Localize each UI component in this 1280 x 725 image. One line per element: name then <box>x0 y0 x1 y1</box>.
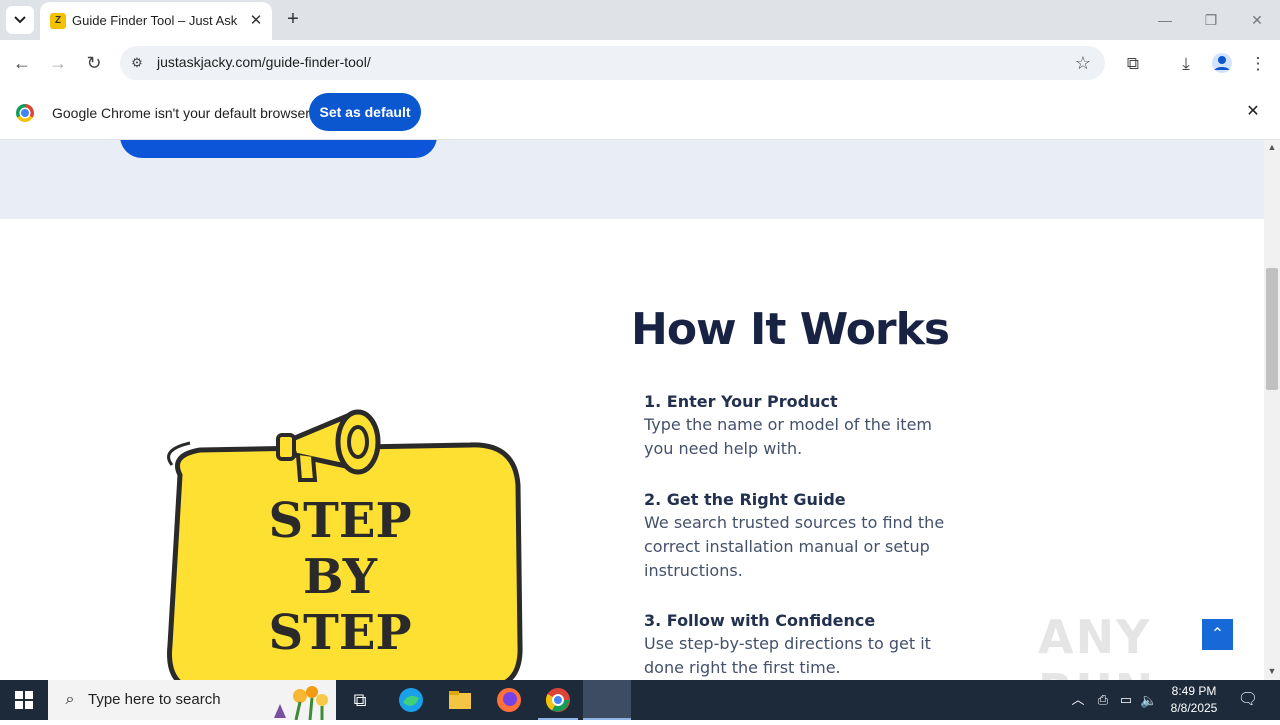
tab-strip: Z Guide Finder Tool – Just Ask Jac ✕ + ―… <box>0 0 1280 40</box>
step-2-heading: 2. Get the Right Guide <box>644 490 846 509</box>
file-explorer-icon[interactable] <box>440 684 480 716</box>
clock-time: 8:49 PM <box>1171 684 1217 698</box>
firefox-icon[interactable] <box>489 684 529 716</box>
tray-device-icon[interactable]: ⎙ <box>1092 684 1114 716</box>
scroll-up-arrow-icon[interactable]: ▲ <box>1267 142 1277 152</box>
volume-icon[interactable]: 🔈 <box>1138 684 1160 716</box>
more-menu-icon[interactable]: ⋮ <box>1246 52 1270 76</box>
hero-section <box>0 140 1264 219</box>
chevron-down-icon <box>14 16 26 24</box>
chrome-logo-icon <box>16 104 34 122</box>
back-to-top-button[interactable]: ⌃ <box>1202 619 1233 650</box>
set-as-default-button[interactable]: Set as default <box>309 93 421 131</box>
task-view-icon[interactable]: ⧉ <box>340 684 380 716</box>
tab-search-button[interactable] <box>6 6 34 34</box>
window-close-icon[interactable]: ✕ <box>1242 8 1272 32</box>
network-icon[interactable]: ▭ <box>1115 684 1137 716</box>
search-icon: ⌕ <box>65 691 75 708</box>
infobar-close-icon[interactable]: ✕ <box>1243 102 1263 122</box>
default-browser-infobar: Google Chrome isn't your default browser… <box>0 86 1280 140</box>
step-1-heading: 1. Enter Your Product <box>644 392 838 411</box>
reload-icon[interactable]: ↻ <box>81 50 107 76</box>
browser-tab[interactable]: Z Guide Finder Tool – Just Ask Jac ✕ <box>40 2 272 40</box>
clock-date: 8/8/2025 <box>1170 701 1218 715</box>
chrome-taskbar-icon[interactable] <box>538 684 578 720</box>
page-scrollbar[interactable]: ▲ ▼ <box>1264 140 1280 680</box>
scroll-thumb[interactable] <box>1266 268 1278 390</box>
edge-browser-icon[interactable] <box>391 684 431 716</box>
restore-icon[interactable]: ❐ <box>1196 8 1226 32</box>
start-button[interactable] <box>0 680 48 720</box>
illustration-word-2: BY <box>303 549 378 605</box>
step-2-text: We search trusted sources to find the co… <box>644 513 945 580</box>
address-bar[interactable]: ⚙ justaskjacky.com/guide-finder-tool/ ☆ <box>120 46 1105 80</box>
back-arrow-icon[interactable]: ← <box>9 50 35 76</box>
bookmark-star-icon[interactable]: ☆ <box>1072 52 1094 74</box>
url-text[interactable]: justaskjacky.com/guide-finder-tool/ <box>157 54 371 70</box>
hero-cta-button[interactable] <box>120 140 437 158</box>
infobar-message: Google Chrome isn't your default browser <box>52 105 310 121</box>
new-tab-button[interactable]: + <box>282 8 304 30</box>
extensions-icon[interactable]: ⧉ <box>1121 52 1145 76</box>
site-favicon-icon: Z <box>50 13 66 29</box>
step-1-text: Type the name or model of the item you n… <box>644 415 932 458</box>
tab-title: Guide Finder Tool – Just Ask Jac <box>72 13 238 28</box>
step-3-heading: 3. Follow with Confidence <box>644 611 876 630</box>
active-window-button[interactable] <box>583 680 631 720</box>
section-title: How It Works <box>631 304 950 355</box>
profile-avatar-icon[interactable] <box>1210 52 1234 76</box>
search-highlight-flowers-icon <box>274 686 328 720</box>
windows-taskbar: ⌕ Type here to search ⧉ ︿ ⎙ ▭ 🔈 8:49 PM … <box>0 680 1280 720</box>
site-info-icon[interactable]: ⚙ <box>128 54 146 72</box>
illustration-word-1: STEP <box>268 493 411 549</box>
step-by-step-illustration: STEP BY STEP <box>167 409 523 680</box>
notifications-icon[interactable]: 🗨 <box>1234 684 1262 716</box>
step-3-text: Use step-by-step directions to get it do… <box>644 634 931 677</box>
minimize-icon[interactable]: ― <box>1150 8 1180 32</box>
download-icon[interactable]: ⤓ <box>1174 52 1198 76</box>
tab-close-icon[interactable]: ✕ <box>246 11 266 31</box>
page-content: How It Works 1. Enter Your Product Type … <box>0 140 1264 680</box>
taskbar-search-box[interactable]: ⌕ Type here to search <box>48 680 336 720</box>
forward-arrow-icon[interactable]: → <box>45 50 71 76</box>
taskbar-clock[interactable]: 8:49 PM 8/8/2025 <box>1160 683 1228 717</box>
illustration-word-3: STEP <box>268 605 411 661</box>
tray-chevron-up-icon[interactable]: ︿ <box>1066 684 1090 716</box>
browser-toolbar: ← → ↻ ⚙ justaskjacky.com/guide-finder-to… <box>0 40 1280 86</box>
taskbar-search-placeholder: Type here to search <box>88 691 221 708</box>
windows-logo-icon <box>15 691 33 709</box>
